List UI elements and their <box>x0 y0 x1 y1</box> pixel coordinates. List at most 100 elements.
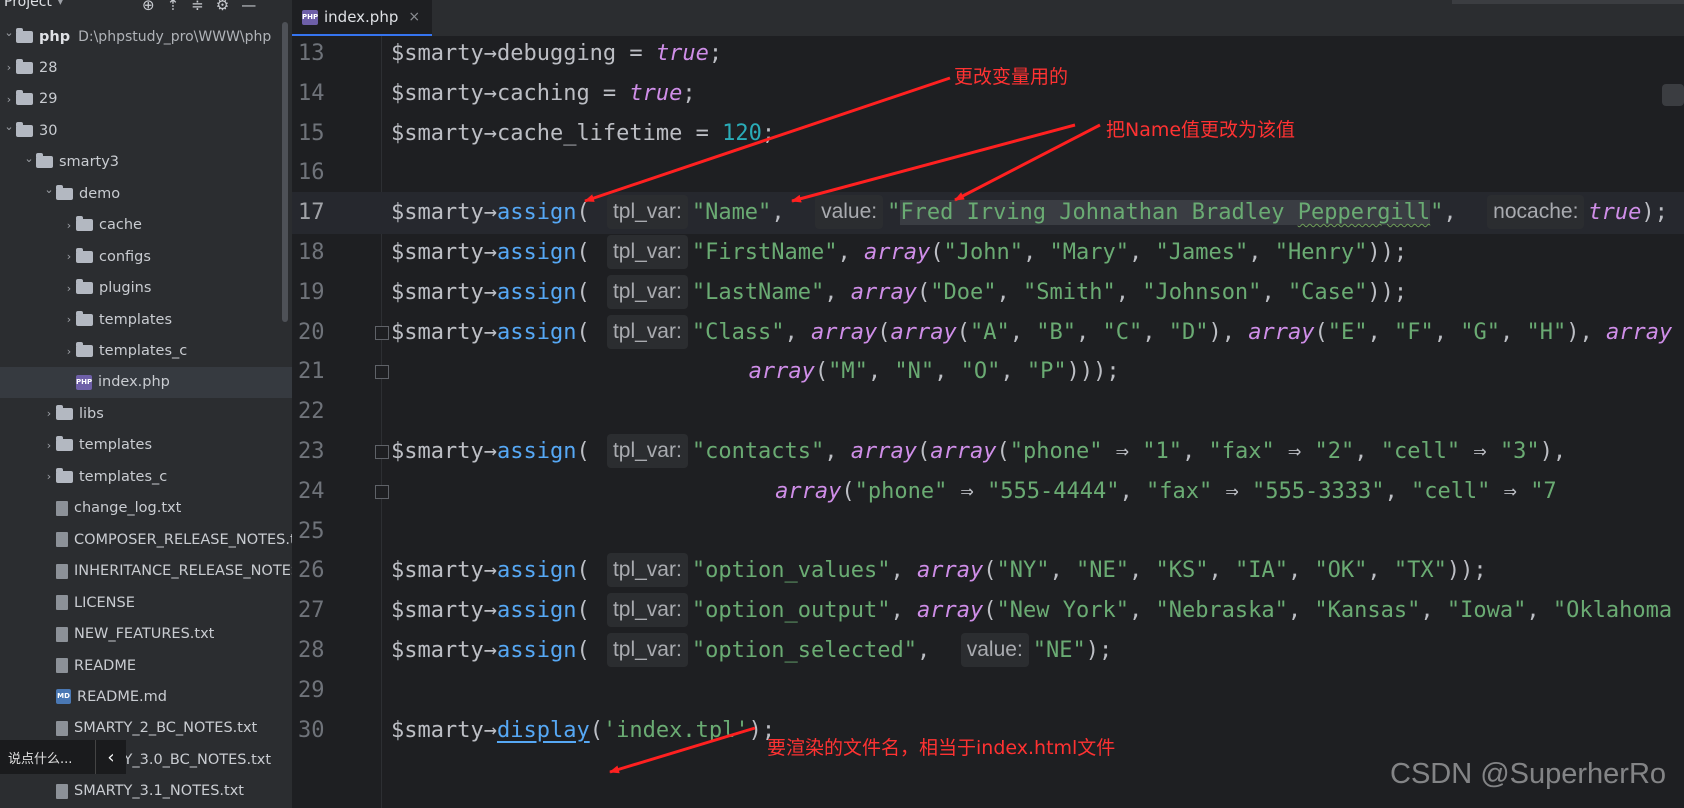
line-number[interactable]: 16 <box>298 152 338 194</box>
line-number[interactable]: 28 <box>298 630 338 672</box>
tree-item-label: 28 <box>39 59 58 76</box>
chevron-down-icon[interactable]: ⌄ <box>42 183 56 196</box>
locate-icon[interactable]: ⊕ <box>142 0 155 14</box>
chevron-down-icon[interactable]: ⌄ <box>2 26 16 39</box>
tab-index-php[interactable]: PHP index.php × <box>292 0 433 37</box>
fold-icon[interactable] <box>375 484 389 499</box>
code-text: $smarty→assign( tpl_var: "LastName", arra… <box>391 272 1407 314</box>
chevron-right-icon[interactable]: › <box>62 313 76 326</box>
line-number[interactable]: 20 <box>298 312 338 354</box>
tree-item-libs[interactable]: › libs <box>0 398 292 429</box>
tree-scrollbar[interactable] <box>282 22 288 322</box>
tree-item-smarty-3-1-notes-txt[interactable]: SMARTY_3.1_NOTES.txt <box>0 776 292 807</box>
tree-item-templates-c[interactable]: › templates_c <box>0 461 292 492</box>
expand-all-icon[interactable]: ⇡ <box>167 0 180 14</box>
tree-item-cache[interactable]: › cache <box>0 210 292 241</box>
code-token: 120 <box>722 120 762 146</box>
tree-item-readme-md[interactable]: MD README.md <box>0 681 292 712</box>
chevron-down-icon[interactable]: ⌄ <box>22 152 36 165</box>
line-number[interactable]: 17 <box>298 192 338 234</box>
code-line[interactable]: 16 <box>292 152 1684 194</box>
code-line[interactable]: 20 $smarty→assign( tpl_var: "Class", array… <box>292 312 1684 354</box>
tree-item-readme[interactable]: README <box>0 650 292 681</box>
comment-bar[interactable]: 说点什么... ‹ <box>0 740 126 774</box>
code-line[interactable]: 25 <box>292 511 1684 553</box>
plugin-icon[interactable] <box>1662 84 1684 106</box>
code-line[interactable]: 28 $smarty→assign( tpl_var: "option_select… <box>292 630 1684 672</box>
chevron-right-icon[interactable]: › <box>62 345 76 358</box>
chevron-right-icon[interactable]: › <box>2 61 16 74</box>
tree-item-composer-release-notes-txt[interactable]: COMPOSER_RELEASE_NOTES.txt <box>0 524 292 555</box>
tree-item-index-php[interactable]: PHP index.php <box>0 366 292 398</box>
code-token: "phone" <box>854 478 948 504</box>
tree-item-templates[interactable]: › templates <box>0 430 292 461</box>
line-number[interactable]: 24 <box>298 471 338 513</box>
chevron-right-icon[interactable]: › <box>62 282 76 295</box>
minimize-icon[interactable]: — <box>241 0 256 14</box>
chevron-right-icon[interactable]: › <box>42 470 56 483</box>
text-file-icon <box>56 532 68 548</box>
tree-item-new-features-txt[interactable]: NEW_FEATURES.txt <box>0 619 292 650</box>
code-line[interactable]: 18 $smarty→assign( tpl_var: "FirstName", a… <box>292 232 1684 274</box>
line-number[interactable]: 19 <box>298 272 338 314</box>
code-line[interactable]: 23 $smarty→assign( tpl_var: "contacts", ar… <box>292 431 1684 473</box>
chevron-right-icon[interactable]: › <box>62 219 76 232</box>
code-line[interactable]: 24 array("phone" ⇒ "555-4444", "fax" ⇒ "… <box>292 471 1684 513</box>
tree-item-templates[interactable]: › templates <box>0 304 292 335</box>
code-editor[interactable]: 13 $smarty→debugging = true; 14 $smarty→cac… <box>292 36 1684 808</box>
tree-item-smarty3[interactable]: ⌄ smarty3 <box>0 147 292 178</box>
code-token: , <box>1128 598 1156 624</box>
line-number[interactable]: 14 <box>298 73 338 115</box>
chevron-down-icon[interactable]: ⌄ <box>2 120 16 133</box>
line-number[interactable]: 30 <box>298 710 338 752</box>
code-line[interactable]: 27 $smarty→assign( tpl_var: "option_output… <box>292 590 1684 632</box>
code-line[interactable]: 26 $smarty→assign( tpl_var: "option_values… <box>292 550 1684 592</box>
line-number[interactable]: 29 <box>298 670 338 712</box>
chevron-right-icon[interactable]: › <box>42 407 56 420</box>
line-number[interactable]: 13 <box>298 36 338 75</box>
line-number[interactable]: 22 <box>298 391 338 433</box>
line-number[interactable]: 26 <box>298 550 338 592</box>
tree-item-change-log-txt[interactable]: change_log.txt <box>0 493 292 524</box>
line-number[interactable]: 23 <box>298 431 338 473</box>
code-token: array <box>1248 319 1315 345</box>
line-number[interactable]: 27 <box>298 590 338 632</box>
tree-item-inheritance-release-notes-t[interactable]: INHERITANCE_RELEASE_NOTES.t <box>0 556 292 587</box>
tree-item-28[interactable]: › 28 <box>0 52 282 83</box>
tree-item-plugins[interactable]: › plugins <box>0 273 292 304</box>
tree-item-29[interactable]: › 29 <box>0 84 282 115</box>
chevron-right-icon[interactable]: › <box>62 250 76 263</box>
tree-item-php[interactable]: ⌄ php D:\phpstudy_pro\WWW\php <box>0 21 282 52</box>
code-line[interactable]: 29 <box>292 670 1684 712</box>
code-token: ( <box>814 359 829 385</box>
code-line[interactable]: 19 $smarty→assign( tpl_var: "LastName", ar… <box>292 272 1684 314</box>
project-title[interactable]: Project <box>4 0 52 10</box>
close-icon[interactable]: × <box>408 9 420 25</box>
line-number[interactable]: 18 <box>298 232 338 274</box>
fold-icon[interactable] <box>375 325 389 340</box>
gear-icon[interactable]: ⚙ <box>216 0 229 14</box>
chevron-right-icon[interactable]: › <box>2 93 16 106</box>
tree-item-demo[interactable]: ⌄ demo <box>0 178 292 209</box>
code-line[interactable]: 21 array("M", "N", "O", "P"))); <box>292 351 1684 393</box>
line-number[interactable]: 25 <box>298 511 338 553</box>
tree-item-30[interactable]: ⌄ 30 <box>0 115 282 146</box>
line-number[interactable]: 21 <box>298 351 338 393</box>
tree-item-license[interactable]: LICENSE <box>0 587 292 618</box>
chevron-down-icon[interactable]: ▾ <box>58 0 63 8</box>
collapse-all-icon[interactable]: ≑ <box>191 0 204 14</box>
code-token: "E" <box>1327 319 1368 345</box>
tree-item-templates-c[interactable]: › templates_c <box>0 336 292 367</box>
tree-item-configs[interactable]: › configs <box>0 241 292 272</box>
code-line[interactable]: 22 <box>292 391 1684 433</box>
folder-icon <box>56 436 73 452</box>
fold-icon[interactable] <box>375 365 389 380</box>
code-line[interactable]: 17 $smarty→assign( tpl_var: "Name", value:… <box>292 192 1684 235</box>
chevron-right-icon[interactable]: › <box>42 439 56 452</box>
comment-input[interactable]: 说点什么... <box>0 748 72 767</box>
line-number[interactable]: 15 <box>298 113 338 155</box>
code-token: $smarty <box>391 717 484 743</box>
collapse-icon[interactable]: ‹ <box>95 740 126 774</box>
code-line[interactable]: 15 $smarty→cache_lifetime = 120; <box>292 113 1684 155</box>
fold-icon[interactable] <box>375 445 389 459</box>
